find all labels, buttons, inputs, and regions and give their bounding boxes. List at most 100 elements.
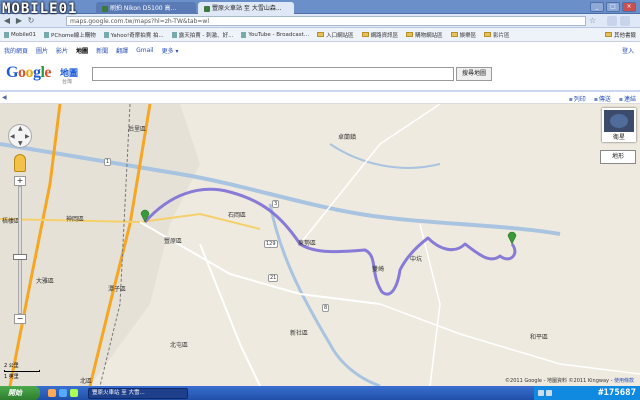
road <box>139 221 381 305</box>
pan-down-icon[interactable]: ▼ <box>18 140 23 147</box>
google-logo[interactable]: Google <box>6 64 51 82</box>
bookmark-item[interactable]: PChome線上購物 <box>40 31 100 39</box>
road-shield: 8 <box>322 304 330 312</box>
bookmark-label: PChome線上購物 <box>51 32 96 39</box>
pan-up-icon[interactable]: ▲ <box>18 125 23 132</box>
road-shield: 1 <box>104 158 112 166</box>
place-label: 神岡區 <box>66 216 85 223</box>
pan-control[interactable]: ▲ ◀ ▶ ▼ <box>8 124 32 148</box>
river <box>268 203 381 386</box>
gbar-link[interactable]: 新聞 <box>92 46 112 55</box>
pan-left-icon[interactable]: ◀ <box>10 133 15 140</box>
map-canvas[interactable]: 后里區 卓蘭鎮 東勢區 石岡區 豐原區 神岡區 大雅區 潭子區 新社區 北屯區 … <box>0 104 640 386</box>
satellite-button[interactable]: 衛星 <box>602 108 636 142</box>
folder-icon <box>317 32 325 37</box>
road <box>199 243 261 386</box>
terms-link[interactable]: 使用條款 <box>614 378 634 384</box>
gbar-link[interactable]: 地圖 <box>72 46 92 55</box>
logo-region: 台灣 <box>62 79 73 85</box>
zoom-slider[interactable] <box>18 186 22 314</box>
zoom-thumb[interactable] <box>13 254 27 260</box>
watermark-logo: MOBILE01 <box>2 1 78 17</box>
bookmark-item[interactable]: Yahoo!奇摩拍賣 拍... <box>100 31 168 39</box>
search-input[interactable] <box>92 67 454 81</box>
earth-icon <box>610 114 628 128</box>
gbar-link[interactable]: 翻譯 <box>112 46 132 55</box>
other-bookmarks[interactable]: 其他書籤 <box>601 31 640 39</box>
link-link[interactable]: 連結 <box>619 94 636 103</box>
tray-icon[interactable] <box>538 390 544 396</box>
place-label: 卓蘭鎮 <box>338 134 357 141</box>
road <box>379 303 640 375</box>
bookmark-item[interactable]: 露天拍賣 - 刺激、好... <box>168 31 238 39</box>
browser-tab-active[interactable]: 豐原火車站 至 大雪山森... <box>198 2 294 14</box>
page-icon <box>4 31 9 38</box>
bookmark-item[interactable]: 網路資訊區 <box>358 31 403 39</box>
reload-icon[interactable]: ↻ <box>26 16 36 26</box>
folder-icon <box>604 32 612 37</box>
browser-tab[interactable]: 刷拍 Nikon D5100 高... <box>96 2 196 14</box>
bookmark-item[interactable]: 購物網站區 <box>402 31 447 39</box>
place-label: 雙崎 <box>372 266 385 273</box>
bookmark-item[interactable]: 影片區 <box>480 31 514 39</box>
wrench-icon[interactable] <box>620 15 630 26</box>
map-graphics <box>0 104 640 386</box>
pegman-icon[interactable] <box>14 154 26 172</box>
route-line <box>143 187 517 296</box>
folder-icon <box>406 32 414 37</box>
place-label: 石岡區 <box>228 212 247 219</box>
star-icon[interactable]: ☆ <box>589 16 599 26</box>
media-icon[interactable] <box>70 389 78 397</box>
print-link[interactable]: 列印 <box>569 94 586 103</box>
back-icon[interactable]: ◀ <box>2 16 12 26</box>
tray-icon[interactable] <box>546 390 552 396</box>
favicon-icon <box>204 5 210 12</box>
folder-icon[interactable] <box>59 389 67 397</box>
road <box>299 104 441 245</box>
url-field[interactable]: maps.google.com.tw/maps?hl=zh-TW&tab=wl <box>66 15 586 26</box>
bookmark-item[interactable]: YouTube - Broadcast... <box>237 31 313 38</box>
gbar-link[interactable]: 我的網頁 <box>0 46 32 55</box>
browser-tools <box>607 15 630 26</box>
bookmark-item[interactable]: 入口網站區 <box>313 31 358 39</box>
search-maps-button[interactable]: 搜尋地圖 <box>456 67 492 81</box>
tab-label: 刷拍 Nikon D5100 高... <box>110 5 177 12</box>
minimize-button[interactable]: _ <box>590 2 604 12</box>
gbar-link[interactable]: 影片 <box>52 46 72 55</box>
forward-icon[interactable]: ▶ <box>14 16 24 26</box>
collapse-panel-icon[interactable]: ◀ <box>2 94 7 101</box>
zoom-in-button[interactable]: + <box>14 176 26 186</box>
bookmark-label: Yahoo!奇摩拍賣 拍... <box>110 32 164 39</box>
gbar-link[interactable]: Gmail <box>132 47 158 54</box>
favicon-icon <box>102 5 108 12</box>
folder-icon <box>450 32 458 37</box>
start-button[interactable]: 開始 <box>0 386 40 400</box>
road <box>419 223 441 386</box>
gbar-link[interactable]: 圖片 <box>32 46 52 55</box>
terrain-button[interactable]: 地形 <box>600 150 636 164</box>
gbar-link[interactable]: 更多 ▾ <box>158 46 183 55</box>
taskbar-item[interactable]: 豐原火車站 至 大雪... <box>88 387 188 399</box>
bookmark-item[interactable]: 娛樂區 <box>447 31 481 39</box>
place-label: 中坑 <box>410 256 423 263</box>
send-link[interactable]: 傳送 <box>594 94 611 103</box>
tab-label: 豐原火車站 至 大雪山森... <box>212 5 282 12</box>
browser-tabstrip: 刷拍 Nikon D5100 高... 豐原火車站 至 大雪山森... _ □ … <box>0 0 640 14</box>
zoom-out-button[interactable]: − <box>14 314 26 324</box>
signin-link[interactable]: 登入 <box>622 46 634 55</box>
page-menu-icon[interactable] <box>607 15 617 26</box>
browser-icon[interactable] <box>48 389 56 397</box>
map-toolbar: ◀ 列印 傳送 連結 <box>0 92 640 104</box>
page-icon <box>171 31 177 38</box>
maximize-button[interactable]: □ <box>606 2 620 12</box>
pan-right-icon[interactable]: ▶ <box>25 133 30 140</box>
river <box>329 143 441 169</box>
bookmark-label: 影片區 <box>493 32 510 39</box>
system-tray: #175687 <box>534 386 640 400</box>
address-bar: ◀ ▶ ↻ maps.google.com.tw/maps?hl=zh-TW&t… <box>0 14 640 28</box>
bookmark-item[interactable]: Mobile01 <box>0 31 40 38</box>
folder-icon <box>361 32 369 37</box>
place-label: 和平區 <box>530 334 549 341</box>
close-button[interactable]: × <box>622 2 636 12</box>
road-shield: 21 <box>268 274 279 282</box>
